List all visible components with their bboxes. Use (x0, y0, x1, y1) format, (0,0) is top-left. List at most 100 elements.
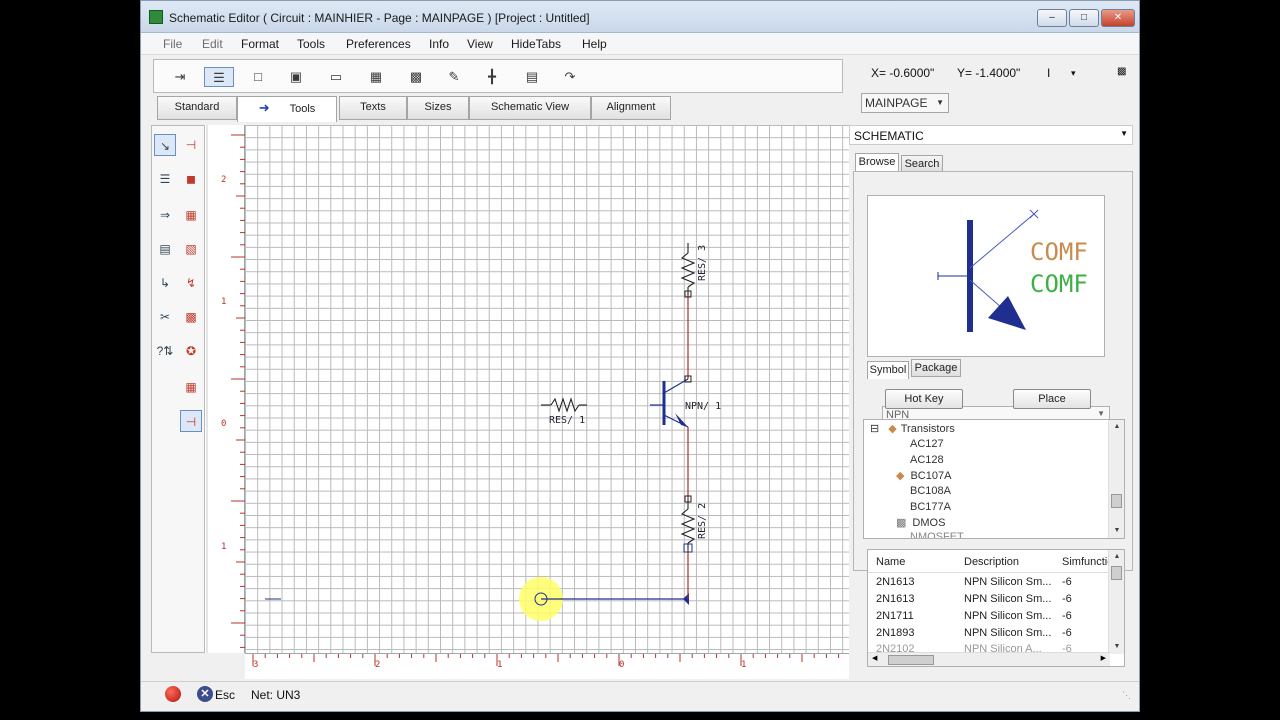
wire-tool-icon[interactable]: ⇒ (154, 204, 176, 226)
document-icon[interactable]: ▭ (326, 67, 346, 87)
scroll-down-icon[interactable]: ▼ (1109, 524, 1124, 538)
chevron-down-icon: ▼ (1120, 129, 1128, 138)
ruler-h-label: 3 (253, 660, 259, 670)
scissors-icon[interactable]: ✂ (154, 306, 176, 328)
tab-browse[interactable]: Browse (855, 153, 899, 171)
title-bar: Schematic Editor ( Circuit : MAINHIER - … (141, 1, 1139, 33)
tree-item[interactable]: BC177A (910, 501, 951, 513)
bus-tool-icon[interactable]: ☰ (154, 168, 176, 190)
route-tool-icon[interactable]: ↳ (154, 272, 176, 294)
npn-transistor[interactable] (650, 378, 689, 428)
frame-icon[interactable]: ▣ (286, 67, 306, 87)
multi-page-icon[interactable]: ▦ (366, 67, 386, 87)
resize-grip-icon[interactable]: ⋱ (1122, 690, 1131, 701)
export-icon[interactable]: ↷ (560, 67, 580, 87)
library-selector[interactable]: SCHEMATIC ▼ (849, 125, 1133, 145)
menu-format[interactable]: Format (241, 37, 279, 51)
hot-key-button[interactable]: Hot Key (885, 389, 963, 409)
menu-help[interactable]: Help (582, 37, 607, 51)
hatch-tool-icon[interactable]: ▩ (180, 306, 202, 328)
select-pointer-icon[interactable]: ↘ (154, 134, 176, 156)
menu-preferences[interactable]: Preferences (346, 37, 411, 51)
tree-scrollbar[interactable]: ▲ ▼ (1108, 420, 1124, 538)
menu-view[interactable]: View (467, 37, 493, 51)
tab-schematic-view[interactable]: Schematic View (469, 96, 591, 120)
minimize-button[interactable]: – (1037, 9, 1067, 27)
tree-root-transistors[interactable]: ⊟ ◆ Transistors (870, 422, 955, 435)
panel-pin-icon[interactable]: ▩ (1117, 66, 1126, 77)
edit-pen-icon[interactable]: ✎ (444, 67, 464, 87)
help-query-icon[interactable]: ?⇅ (154, 340, 176, 362)
scroll-left-icon[interactable]: ◀ (872, 654, 877, 662)
junction-tool-icon[interactable]: ▦ (180, 204, 202, 226)
tab-symbol[interactable]: Symbol (867, 361, 909, 379)
tree-item[interactable]: ◆ BC107A (896, 469, 951, 482)
cursor-mode-dropdown[interactable]: ▾ (1071, 68, 1076, 79)
schematic-canvas[interactable]: RES/ 1 NPN/ 1 RES/ 3 RES/ 2 (245, 125, 849, 653)
align-tool-icon[interactable]: ▤ (154, 238, 176, 260)
collapse-icon[interactable]: ⊟ (870, 423, 879, 435)
scroll-up-icon[interactable]: ▲ (1109, 420, 1124, 434)
cell-name: 2N1613 (876, 593, 915, 605)
tree-item[interactable]: AC128 (910, 454, 944, 466)
menu-bar: File Edit Format Tools Preferences Info … (141, 33, 1139, 55)
coordinate-readout: X= -0.6000" Y= -1.4000" I ▾ ▩ (861, 59, 1141, 87)
tab-package[interactable]: Package (911, 359, 961, 377)
hdl-icon[interactable]: ▤ (522, 67, 542, 87)
toolbar-tabs: Standard ➜ Tools Texts Sizes Schematic Vi… (155, 96, 845, 122)
tree-item[interactable]: AC127 (910, 438, 944, 450)
tree-item[interactable]: ▩ DMOS (896, 516, 945, 529)
scroll-thumb[interactable] (1111, 566, 1122, 580)
tab-alignment[interactable]: Alignment (591, 96, 671, 120)
maximize-button[interactable]: □ (1069, 9, 1099, 27)
tab-texts[interactable]: Texts (339, 96, 407, 120)
scroll-thumb[interactable] (1111, 494, 1122, 508)
menu-file[interactable]: File (163, 37, 182, 51)
bus-icon[interactable]: ☰ (204, 67, 234, 87)
pin-tool-icon[interactable]: ⊣ (180, 134, 202, 156)
ruler-v-label: 1 (221, 542, 227, 552)
page-icon[interactable]: □ (248, 67, 268, 87)
esc-label[interactable]: Esc (215, 688, 235, 702)
terminal-tool-icon[interactable]: ⊣ (180, 410, 202, 432)
block-tool-icon[interactable]: ▦ (180, 376, 202, 398)
col-header-description[interactable]: Description (964, 556, 1019, 568)
parts-hscrollbar[interactable]: ◀ ▶ (868, 652, 1110, 666)
net-label-icon[interactable]: ↯ (180, 272, 202, 294)
esc-cancel-icon[interactable]: ✕ (197, 686, 213, 702)
tree-item-label: BC107A (910, 470, 952, 482)
tab-tools[interactable]: ➜ Tools (237, 96, 337, 122)
col-header-simfunction[interactable]: Simfunctio (1062, 556, 1113, 568)
multi-wire-icon[interactable]: ✪ (180, 340, 202, 362)
scroll-right-icon[interactable]: ▶ (1101, 654, 1106, 662)
power-symbol-icon[interactable]: ◼ (180, 168, 202, 190)
hscroll-thumb[interactable] (888, 655, 934, 665)
scroll-down-icon[interactable]: ▼ (1109, 640, 1124, 654)
menu-tools[interactable]: Tools (297, 37, 325, 51)
menu-info[interactable]: Info (429, 37, 449, 51)
library-panel: SCHEMATIC ▼ Browse Search COMF COMF NPN … (849, 125, 1137, 679)
connector-icon[interactable]: ╋ (482, 67, 502, 87)
hatch-icon[interactable]: ▩ (406, 67, 426, 87)
page-selector[interactable]: MAINPAGE ▼ (861, 93, 949, 113)
close-button[interactable]: ✕ (1101, 9, 1135, 27)
menu-edit[interactable]: Edit (202, 37, 223, 51)
tree-item[interactable]: NMOSFET (910, 531, 964, 538)
npn-label: NPN/ 1 (685, 401, 721, 412)
scroll-up-icon[interactable]: ▲ (1109, 550, 1124, 564)
place-button[interactable]: Place (1013, 389, 1091, 409)
parts-scrollbar[interactable]: ▲ ▼ (1108, 550, 1124, 654)
stop-record-icon[interactable] (165, 686, 181, 702)
resistor-res2[interactable] (680, 499, 696, 549)
cursor-mode-icon[interactable]: I (1047, 66, 1050, 80)
col-header-name[interactable]: Name (876, 556, 905, 568)
tree-item[interactable]: BC108A (910, 485, 951, 497)
menu-hidetabs[interactable]: HideTabs (511, 37, 561, 51)
tab-sizes[interactable]: Sizes (407, 96, 469, 120)
bus-entry-icon[interactable]: ⇥ (170, 67, 190, 87)
resistor-res1[interactable] (541, 397, 587, 413)
port-tool-icon[interactable]: ▧ (180, 238, 202, 260)
tab-standard[interactable]: Standard (157, 96, 237, 120)
resistor-res3[interactable] (680, 243, 696, 295)
symbol-preview-graphic: COMF COMF (937, 209, 1088, 332)
